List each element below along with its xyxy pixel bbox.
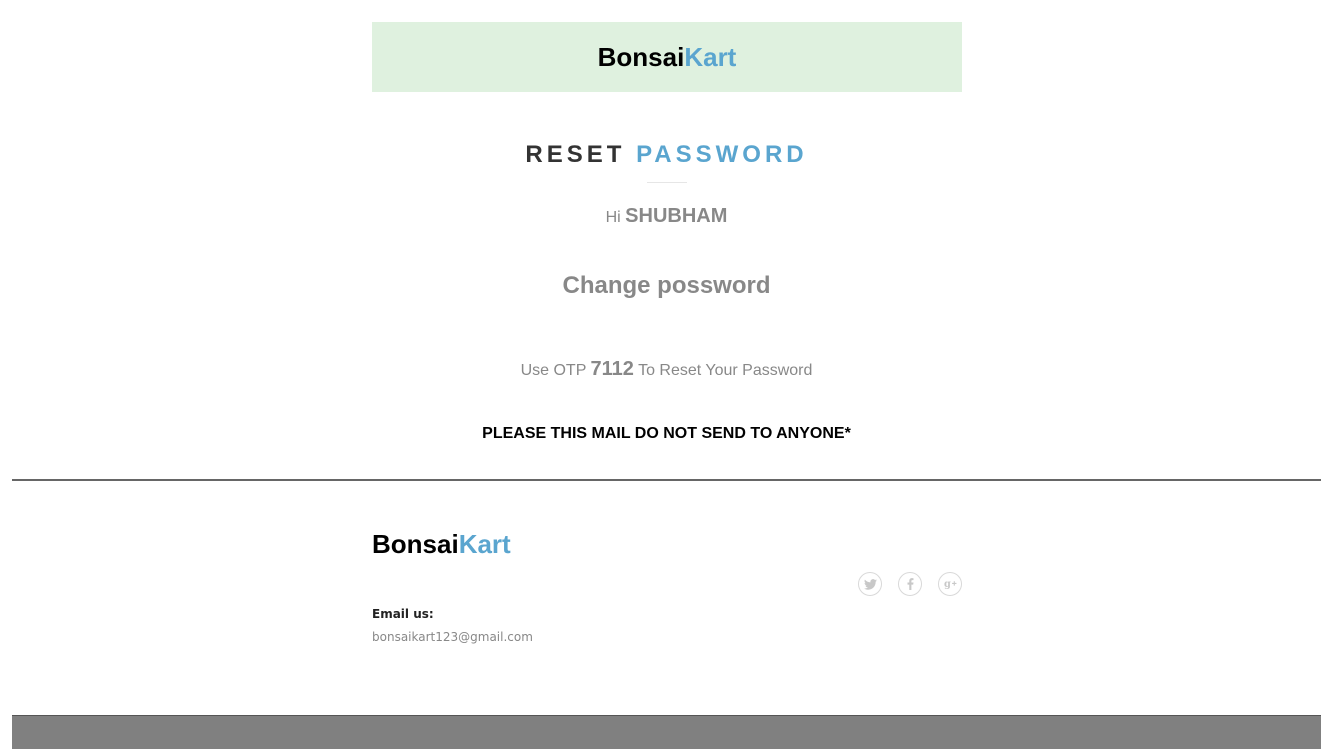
otp-message: Use OTP 7112 To Reset Your Password bbox=[0, 357, 1333, 383]
email-label: Email us: bbox=[372, 607, 434, 621]
header-logo[interactable]: BonsaiKart bbox=[598, 44, 737, 70]
user-name: SHUBHAM bbox=[625, 205, 728, 227]
email-page: BonsaiKart RESET PASSWORD Hi SHUBHAM Cha… bbox=[0, 0, 1333, 749]
header-logo-primary: Bonsai bbox=[597, 42, 685, 72]
social-links: g bbox=[858, 572, 962, 596]
footer-logo-primary: Bonsai bbox=[372, 529, 459, 559]
facebook-icon[interactable] bbox=[898, 572, 922, 596]
google-plus-icon[interactable]: g bbox=[938, 572, 962, 596]
email-link[interactable]: bonsaikart123@gmail.com bbox=[372, 629, 533, 645]
greeting-prefix: Hi bbox=[605, 209, 621, 226]
otp-prefix: Use OTP bbox=[520, 362, 587, 379]
twitter-icon[interactable] bbox=[858, 572, 882, 596]
change-password-title: Change possword bbox=[562, 272, 771, 299]
header-logo-accent: Kart bbox=[684, 42, 737, 72]
otp-code: 7112 bbox=[590, 358, 634, 380]
svg-text:g: g bbox=[944, 579, 951, 590]
warning-message: PLEASE THIS MAIL DO NOT SEND TO ANYONE* bbox=[482, 425, 851, 442]
title-underline bbox=[647, 182, 687, 183]
footer-logo-accent: Kart bbox=[458, 529, 511, 559]
page-title: RESET PASSWORD bbox=[0, 140, 1333, 170]
header-banner: BonsaiKart bbox=[372, 22, 962, 92]
section-divider bbox=[12, 479, 1321, 481]
footer-bar bbox=[12, 715, 1321, 749]
page-title-accent: PASSWORD bbox=[636, 141, 808, 168]
greeting: Hi SHUBHAM bbox=[0, 204, 1333, 230]
page-title-primary: RESET bbox=[525, 141, 626, 168]
otp-suffix: To Reset Your Password bbox=[638, 362, 813, 379]
footer-logo[interactable]: BonsaiKart bbox=[372, 531, 511, 557]
